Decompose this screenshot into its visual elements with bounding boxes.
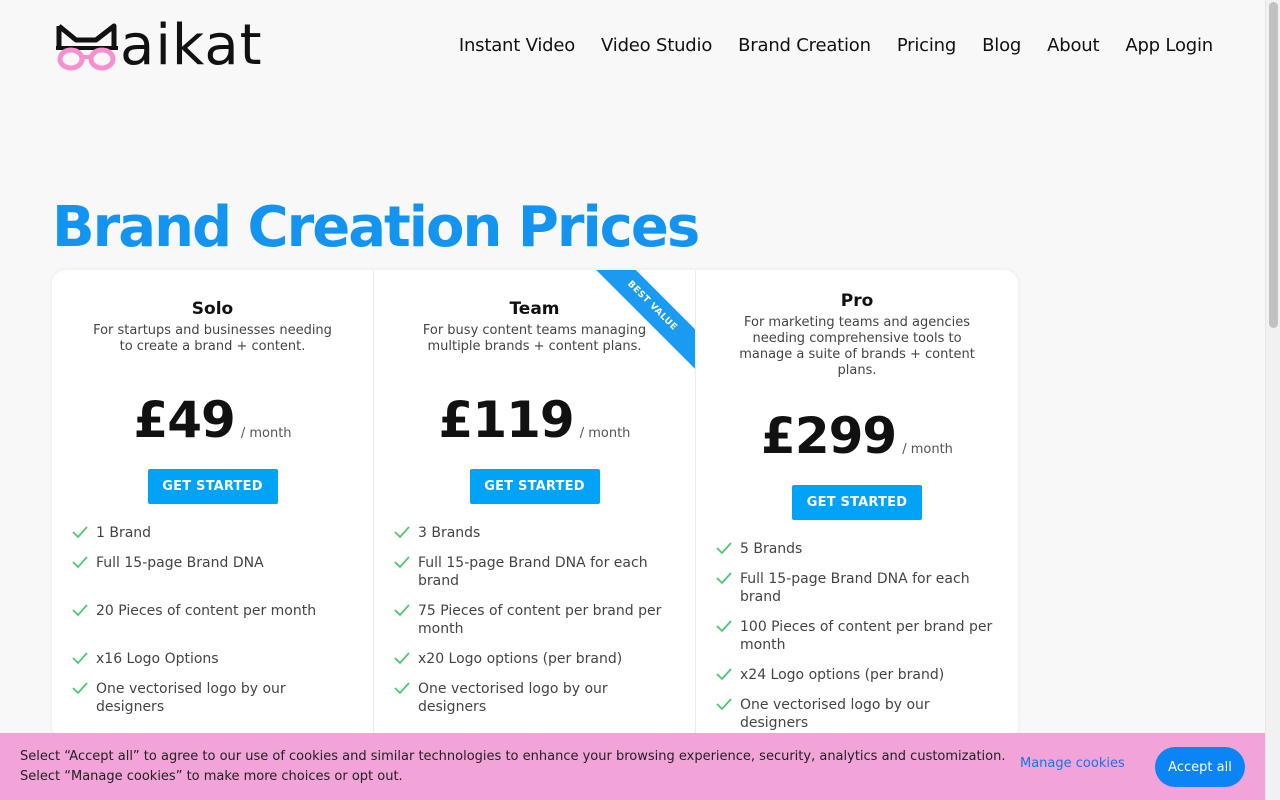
feature-text: x16 Logo Options bbox=[96, 651, 219, 667]
plan-price: £49 bbox=[133, 391, 235, 449]
site-header: aikat Instant Video Video Studio Brand C… bbox=[0, 0, 1265, 95]
feature-item: 20 Pieces of content per month bbox=[72, 602, 353, 620]
cookie-message: Select “Accept all” to agree to our use … bbox=[20, 749, 1006, 784]
nav-video-studio[interactable]: Video Studio bbox=[601, 35, 712, 56]
get-started-button[interactable]: GET STARTED bbox=[147, 469, 278, 504]
check-icon bbox=[72, 602, 96, 620]
ribbon-label: BEST VALUE bbox=[595, 270, 695, 369]
feature-text: x20 Logo options (per brand) bbox=[418, 651, 623, 667]
price-period: / month bbox=[240, 426, 292, 441]
plan-card-solo: Solo For startups and businesses needing… bbox=[52, 270, 374, 740]
feature-text: One vectorised logo by our designers bbox=[740, 697, 930, 731]
feature-text: 5 Brands bbox=[740, 541, 803, 557]
feature-item: Full 15-page Brand DNA bbox=[72, 554, 353, 572]
accept-all-button[interactable]: Accept all bbox=[1155, 747, 1245, 787]
check-icon bbox=[394, 650, 418, 668]
feature-text: 75 Pieces of content per brand per month bbox=[418, 603, 662, 637]
nav-brand-creation[interactable]: Brand Creation bbox=[738, 35, 871, 56]
price-period: / month bbox=[579, 426, 631, 441]
feature-text: One vectorised logo by our designers bbox=[418, 681, 608, 715]
cookie-banner: Select “Accept all” to agree to our use … bbox=[0, 733, 1265, 800]
feature-item: 5 Brands bbox=[716, 540, 998, 558]
feature-item: 1 Brand bbox=[72, 524, 353, 542]
feature-item: One vectorised logo by our designers bbox=[716, 696, 998, 732]
check-icon bbox=[716, 618, 740, 654]
check-icon bbox=[394, 554, 418, 590]
get-started-button[interactable]: GET STARTED bbox=[792, 485, 922, 520]
feature-text: 1 Brand bbox=[96, 525, 152, 541]
feature-item: Full 15-page Brand DNA for each brand bbox=[394, 554, 675, 590]
check-icon bbox=[716, 570, 740, 606]
feature-text: Full 15-page Brand DNA for each brand bbox=[418, 555, 648, 589]
plan-description: For marketing teams and agencies needing… bbox=[739, 315, 975, 378]
get-started-button[interactable]: GET STARTED bbox=[469, 469, 600, 504]
feature-item: x20 Logo options (per brand) bbox=[394, 650, 675, 668]
brand-logo[interactable]: aikat bbox=[56, 13, 286, 78]
check-icon bbox=[72, 650, 96, 668]
feature-text: Full 15-page Brand DNA bbox=[96, 555, 264, 571]
plan-name: Pro bbox=[840, 291, 874, 311]
plan-price: £299 bbox=[761, 407, 897, 465]
check-icon bbox=[72, 524, 96, 542]
check-icon bbox=[394, 680, 418, 716]
page-title: Brand Creation Prices bbox=[52, 195, 700, 260]
manage-cookies-button[interactable]: Manage cookies bbox=[1020, 756, 1125, 771]
feature-text: Full 15-page Brand DNA for each brand bbox=[740, 571, 970, 605]
check-icon bbox=[72, 680, 96, 716]
feature-list: 1 Brand Full 15-page Brand DNA 20 Pieces… bbox=[52, 524, 373, 716]
nav-blog[interactable]: Blog bbox=[982, 35, 1021, 56]
price-row: £49 / month bbox=[52, 391, 373, 449]
plan-card-team: BEST VALUE Team For busy content teams m… bbox=[374, 270, 696, 740]
feature-item: x24 Logo options (per brand) bbox=[716, 666, 998, 684]
feature-item: x16 Logo Options bbox=[72, 650, 353, 668]
feature-text: One vectorised logo by our designers bbox=[96, 681, 286, 715]
check-icon bbox=[716, 540, 740, 558]
feature-text: 100 Pieces of content per brand per mont… bbox=[740, 619, 993, 653]
feature-text: x24 Logo options (per brand) bbox=[740, 667, 945, 683]
feature-item: One vectorised logo by our designers bbox=[394, 680, 675, 716]
feature-item: 75 Pieces of content per brand per month bbox=[394, 602, 675, 638]
plan-description: For startups and businesses needing to c… bbox=[93, 323, 332, 354]
plan-name: Solo bbox=[191, 299, 234, 319]
pricing-table: Solo For startups and businesses needing… bbox=[52, 270, 1018, 740]
nav-app-login[interactable]: App Login bbox=[1125, 35, 1213, 56]
price-period: / month bbox=[902, 442, 953, 457]
feature-list: 3 Brands Full 15-page Brand DNA for each… bbox=[374, 524, 695, 716]
feature-item: 3 Brands bbox=[394, 524, 675, 542]
feature-list: 5 Brands Full 15-page Brand DNA for each… bbox=[696, 540, 1018, 732]
feature-text: 20 Pieces of content per month bbox=[96, 603, 317, 619]
nav-pricing[interactable]: Pricing bbox=[897, 35, 956, 56]
nav-about[interactable]: About bbox=[1047, 35, 1099, 56]
feature-item: 100 Pieces of content per brand per mont… bbox=[716, 618, 998, 654]
feature-item: One vectorised logo by our designers bbox=[72, 680, 353, 716]
feature-text: 3 Brands bbox=[418, 525, 481, 541]
page-scrollbar[interactable] bbox=[1265, 0, 1280, 800]
scrollbar-thumb[interactable] bbox=[1269, 2, 1278, 328]
price-row: £119 / month bbox=[374, 391, 695, 449]
check-icon bbox=[716, 666, 740, 684]
main-nav: Instant Video Video Studio Brand Creatio… bbox=[459, 35, 1213, 56]
check-icon bbox=[394, 602, 418, 638]
plan-price: £119 bbox=[438, 391, 575, 449]
feature-item: Full 15-page Brand DNA for each brand bbox=[716, 570, 998, 606]
logo-wordmark: aikat bbox=[120, 13, 263, 78]
cat-glasses-logo-icon bbox=[56, 23, 118, 71]
best-value-ribbon: BEST VALUE bbox=[595, 270, 695, 370]
plan-card-pro: Pro For marketing teams and agencies nee… bbox=[696, 270, 1018, 740]
check-icon bbox=[72, 554, 96, 572]
check-icon bbox=[716, 696, 740, 732]
check-icon bbox=[394, 524, 418, 542]
price-row: £299 / month bbox=[696, 407, 1018, 465]
nav-instant-video[interactable]: Instant Video bbox=[459, 35, 575, 56]
